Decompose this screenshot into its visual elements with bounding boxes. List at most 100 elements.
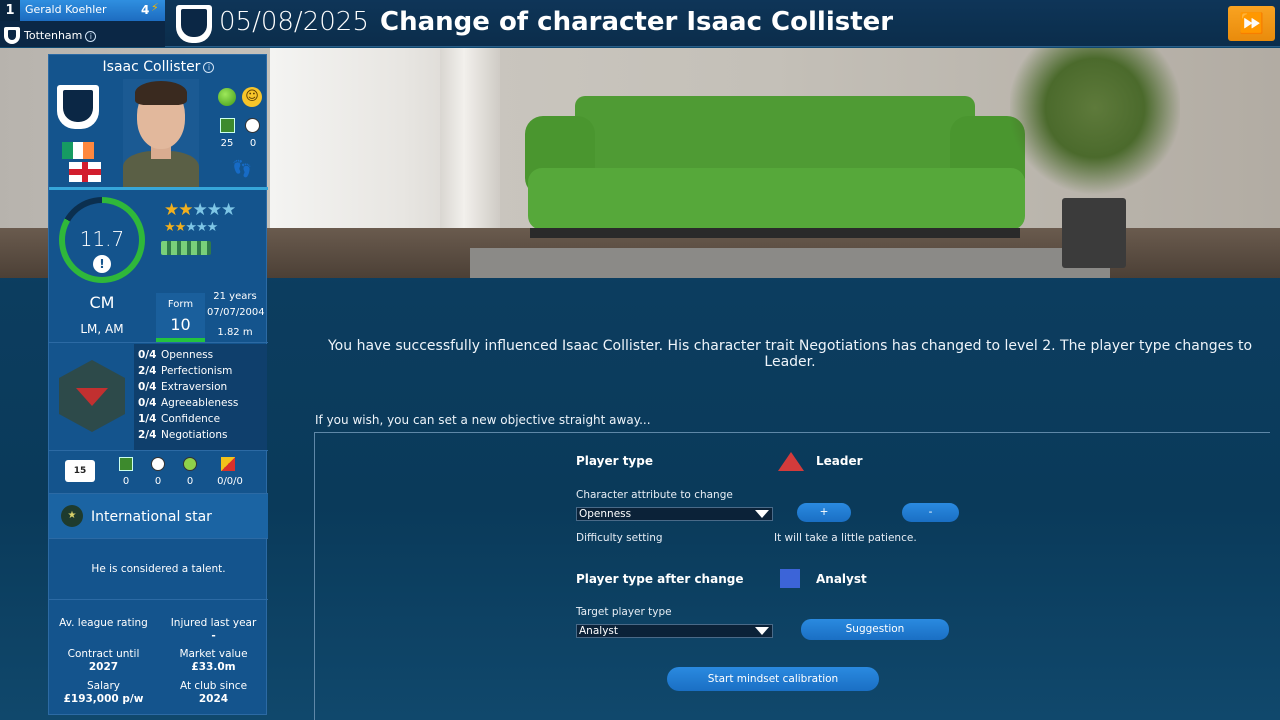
difficulty-label: Difficulty setting <box>576 532 663 544</box>
appearances-icon <box>220 118 235 133</box>
rug-decor <box>470 248 1110 278</box>
attribute-label: Character attribute to change <box>576 489 733 501</box>
talent-badges-icon <box>161 241 211 255</box>
difficulty-value: It will take a little patience. <box>774 532 917 544</box>
target-type-select[interactable]: Analyst <box>576 624 773 638</box>
trait-row: 2/4 Perfectionism <box>134 363 267 379</box>
player-type-value: Leader <box>816 454 863 468</box>
trait-level: 0/4 <box>138 349 157 361</box>
star-rating-current: ★★★★★ <box>164 200 236 220</box>
divider <box>49 187 268 190</box>
player-name-row: Isaac Collister i <box>49 59 268 75</box>
league-rating-fact: Av. league rating <box>51 617 156 630</box>
manager-row[interactable]: 1 Gerald Koehler 4 ⚡ <box>0 0 165 21</box>
analyst-square-icon <box>780 569 800 588</box>
stat-value: 0 <box>154 476 162 487</box>
fact-label: At club since <box>179 680 248 692</box>
plant-pot-decor <box>1062 198 1126 268</box>
start-calibration-button[interactable]: Start mindset calibration <box>667 667 879 691</box>
leader-triangle-icon <box>778 452 804 471</box>
player-profile-panel: Isaac Collister i ☺ 25 0 👣 11.7 ! ★★★★★ ★… <box>48 54 268 715</box>
form-box: Form 10 <box>156 293 205 343</box>
trait-row: 0/4 Openness <box>134 347 267 363</box>
trait-row: 0/4 Extraversion <box>134 379 267 395</box>
trait-name: Agreeableness <box>161 397 239 409</box>
stat-value: 0 <box>186 476 194 487</box>
skip-button[interactable]: ⏩ <box>1228 6 1275 41</box>
decrease-button[interactable]: - <box>902 503 959 522</box>
chevron-down-icon <box>755 510 769 518</box>
divider <box>49 450 268 451</box>
club-crest-icon <box>176 5 212 43</box>
appearances-value: 25 <box>220 138 234 149</box>
manager-box[interactable]: 1 Gerald Koehler 4 ⚡ Tottenham i <box>0 0 165 47</box>
form-label: Form <box>167 299 194 310</box>
fact-label: Injured last year <box>170 617 257 629</box>
info-icon[interactable]: i <box>203 61 215 73</box>
star-badge-icon: ★ <box>61 505 83 527</box>
trait-row: 1/4 Confidence <box>134 411 267 427</box>
player-status[interactable]: ★ International star <box>49 493 268 539</box>
fact-label: Salary <box>87 680 120 692</box>
form-value: 10 <box>170 315 191 334</box>
fact-value: £193,000 p/w <box>63 693 144 705</box>
contract-fact: Contract until 2027 <box>51 648 156 674</box>
club-row[interactable]: Tottenham i <box>0 24 165 46</box>
ireland-flag-icon <box>62 142 95 159</box>
warning-icon[interactable]: ! <box>93 255 111 273</box>
trait-name: Confidence <box>161 413 221 425</box>
trait-level: 2/4 <box>138 365 157 377</box>
fast-forward-icon: ⏩ <box>1239 11 1264 35</box>
player-height: 1.82 m <box>217 327 253 338</box>
trait-level: 1/4 <box>138 413 157 425</box>
status-label: International star <box>91 509 212 525</box>
fact-label: Contract until <box>67 648 140 660</box>
club-since-fact: At club since 2024 <box>161 680 266 706</box>
injured-fact: Injured last year - <box>161 617 266 643</box>
plant-decor <box>1010 48 1180 198</box>
player-facts: Av. league rating Injured last year - Con… <box>49 599 268 715</box>
trait-level: 0/4 <box>138 381 157 393</box>
info-icon[interactable]: i <box>85 30 97 42</box>
club-name-wrap: Tottenham i <box>24 29 97 42</box>
fact-label: Market value <box>179 648 248 660</box>
trait-row: 0/4 Agreeableness <box>134 395 267 411</box>
fact-value: 2024 <box>198 693 229 705</box>
objective-prompt: If you wish, you can set a new objective… <box>315 413 651 427</box>
result-message: You have successfully influenced Isaac C… <box>327 338 1253 370</box>
trait-name: Negotiations <box>161 429 228 441</box>
season-stats: 15 0 0 0 0/0/0 <box>49 452 268 492</box>
cards-icon <box>221 457 235 471</box>
trait-list: 0/4 Openness 2/4 Perfectionism 0/4 Extraver… <box>134 344 267 450</box>
player-rating: 11.7 <box>79 227 125 251</box>
boots-icon: 👣 <box>232 159 252 178</box>
club-crest-icon <box>4 27 20 44</box>
alt-positions: LM, AM <box>80 322 124 336</box>
appearances-icon <box>119 457 133 471</box>
attribute-select[interactable]: Openness <box>576 507 773 521</box>
player-age: 21 years <box>213 291 257 302</box>
player-portrait <box>123 79 199 187</box>
goals-ball-icon <box>245 118 260 133</box>
sofa-seat-decor <box>528 168 1025 230</box>
suggestion-button[interactable]: Suggestion <box>801 619 949 640</box>
player-dob: 07/07/2004 <box>207 307 265 318</box>
main-position: CM <box>89 293 115 312</box>
manager-name: Gerald Koehler <box>25 3 107 16</box>
assists-ball-icon <box>183 457 197 471</box>
stat-value: 0 <box>122 476 130 487</box>
stat-value: 0/0/0 <box>217 476 243 487</box>
fact-value: - <box>211 630 216 642</box>
top-bar: 1 Gerald Koehler 4 ⚡ Tottenham i 05/08/20… <box>0 0 1280 47</box>
target-type-label: Target player type <box>576 606 672 618</box>
bolt-icon: ⚡ <box>151 1 159 14</box>
star-rating-potential: ★★★★★ <box>164 220 218 235</box>
fact-value: £33.0m <box>191 661 236 673</box>
increase-button[interactable]: + <box>797 503 851 522</box>
trait-level: 0/4 <box>138 397 157 409</box>
trait-name: Openness <box>161 349 214 361</box>
market-value-fact: Market value £33.0m <box>161 648 266 674</box>
england-flag-icon <box>69 162 101 182</box>
mood-smile-icon: ☺ <box>242 87 262 107</box>
after-change-label: Player type after change <box>576 572 744 586</box>
